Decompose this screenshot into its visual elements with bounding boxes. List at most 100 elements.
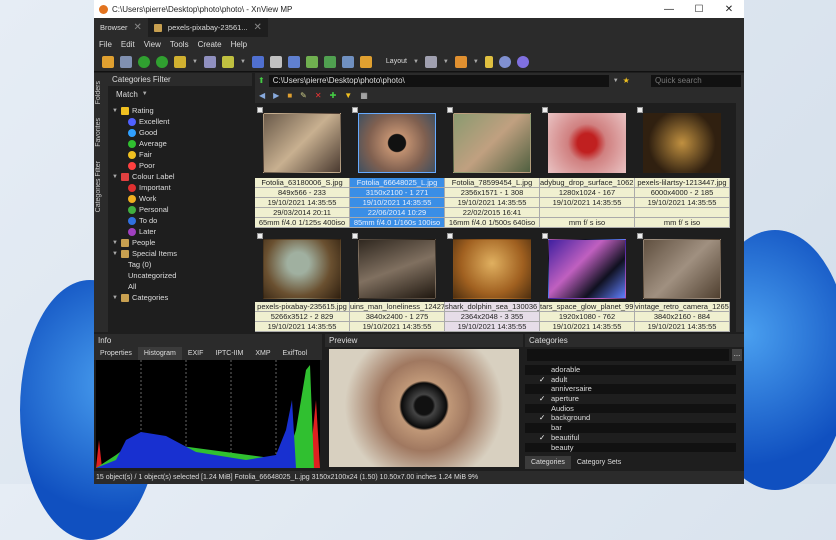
tree-item[interactable]: All <box>110 281 252 292</box>
settings-icon[interactable] <box>498 55 511 68</box>
menu-file[interactable]: File <box>99 40 112 49</box>
category-search-input[interactable] <box>527 349 729 361</box>
tab-exif[interactable]: EXIF <box>182 347 210 360</box>
category-item[interactable]: ✓ aperture <box>525 394 736 404</box>
help-icon[interactable] <box>516 55 529 68</box>
new-folder-icon[interactable]: ■ <box>287 91 292 100</box>
back-icon[interactable]: ◀ <box>259 91 265 100</box>
tab-browser[interactable]: Browser ✕ <box>94 18 148 37</box>
tree-item[interactable]: Later <box>110 226 252 237</box>
find-icon[interactable] <box>251 55 264 68</box>
thumbnail-image[interactable] <box>643 113 721 173</box>
tab-properties[interactable]: Properties <box>94 347 138 360</box>
category-item[interactable]: ✓ background <box>525 413 736 423</box>
select-checkbox[interactable] <box>257 233 263 239</box>
fullscreen-icon[interactable] <box>120 55 132 68</box>
capture-icon[interactable] <box>341 55 354 68</box>
tree-item[interactable]: ▼ Rating <box>110 105 252 116</box>
edit-icon[interactable] <box>174 55 186 68</box>
tree-item[interactable]: ▼ Special Items <box>110 248 252 259</box>
tree-item[interactable]: Tag (0) <box>110 259 252 270</box>
category-item[interactable]: Audios <box>525 403 736 414</box>
category-item[interactable]: adorable <box>525 365 736 375</box>
checkmark-icon[interactable]: ✓ <box>539 413 551 423</box>
select-checkbox[interactable] <box>352 233 358 239</box>
match-dropdown[interactable]: Match <box>116 90 138 99</box>
select-checkbox[interactable] <box>542 107 548 113</box>
rename-icon[interactable]: ✎ <box>300 91 307 100</box>
expand-arrow-icon[interactable]: ▼ <box>112 251 118 257</box>
sort-icon[interactable] <box>454 55 467 68</box>
tree-item[interactable]: Good <box>110 127 252 138</box>
tag-icon[interactable]: ✚ <box>330 91 337 100</box>
thumbnail-image[interactable] <box>453 113 531 173</box>
category-item[interactable]: ✓ adult <box>525 375 736 385</box>
checkmark-icon[interactable] <box>539 365 551 375</box>
side-tab-categories-filter[interactable]: Categories Filter <box>95 161 102 212</box>
checkmark-icon[interactable] <box>539 404 551 414</box>
tree-item[interactable]: ▼ Colour Label <box>110 171 252 182</box>
select-checkbox[interactable] <box>352 107 358 113</box>
thumbnail-image[interactable] <box>548 113 626 173</box>
category-item[interactable]: bar <box>525 423 736 433</box>
close-icon[interactable]: ✕ <box>254 22 262 33</box>
scrollbar[interactable] <box>736 103 744 332</box>
expand-arrow-icon[interactable]: ▼ <box>112 174 118 180</box>
expand-arrow-icon[interactable]: ▼ <box>112 240 118 246</box>
close-icon[interactable]: ✕ <box>134 22 142 33</box>
select-checkbox[interactable] <box>637 233 643 239</box>
tab-histogram[interactable]: Histogram <box>137 347 182 360</box>
tree-item[interactable]: Uncategorized <box>110 270 252 281</box>
menu-tools[interactable]: Tools <box>170 40 189 49</box>
tree-item[interactable]: Personal <box>110 204 252 215</box>
tab-category-sets[interactable]: Category Sets <box>571 456 627 469</box>
thumbnail-image[interactable] <box>358 113 436 173</box>
scan-icon[interactable] <box>287 55 300 68</box>
select-checkbox[interactable] <box>447 233 453 239</box>
checkmark-icon[interactable]: ✓ <box>539 433 551 443</box>
menu-create[interactable]: Create <box>198 40 222 49</box>
tree-item[interactable]: Average <box>110 138 252 149</box>
delete-icon[interactable]: ✕ <box>315 91 322 100</box>
checkmark-icon[interactable] <box>539 384 551 394</box>
tree-item[interactable]: Important <box>110 182 252 193</box>
rotate-left-icon[interactable] <box>138 55 150 68</box>
checkmark-icon[interactable] <box>539 423 551 433</box>
thumbnail-image[interactable] <box>548 239 626 299</box>
category-item[interactable]: beauty <box>525 442 736 453</box>
expand-arrow-icon[interactable]: ▼ <box>112 108 118 114</box>
tree-item[interactable]: ▼ People <box>110 237 252 248</box>
filter-icon[interactable]: ▼ <box>344 91 352 100</box>
open-icon[interactable] <box>102 55 114 68</box>
side-tab-favorites[interactable]: Favorites <box>95 118 102 147</box>
thumbnail-image[interactable] <box>358 239 436 299</box>
tab-iptc-iim[interactable]: IPTC-IIM <box>209 347 249 360</box>
slideshow-icon[interactable] <box>323 55 336 68</box>
more-button[interactable]: ... <box>732 349 742 361</box>
tree-item[interactable]: To do <box>110 215 252 226</box>
checkmark-icon[interactable]: ✓ <box>539 394 551 404</box>
thumbnail-image[interactable] <box>643 239 721 299</box>
checkmark-icon[interactable]: ✓ <box>539 375 551 385</box>
thumbnail-image[interactable] <box>263 113 341 173</box>
favorites-star-icon[interactable]: ★ <box>623 76 630 85</box>
category-item[interactable]: ✓ beautiful <box>525 433 736 443</box>
tab-image[interactable]: pexels-pixabay-23561... ✕ <box>147 18 268 37</box>
tree-item[interactable]: Fair <box>110 149 252 160</box>
maximize-button[interactable]: ☐ <box>684 4 714 15</box>
tree-item[interactable]: Excellent <box>110 116 252 127</box>
folder-tree-icon[interactable] <box>484 55 493 68</box>
print-icon[interactable] <box>269 55 282 68</box>
tree-item[interactable]: ▼ Categories <box>110 292 252 303</box>
tab-xmp[interactable]: XMP <box>249 347 276 360</box>
tab-exiftool[interactable]: ExifTool <box>277 347 314 360</box>
select-checkbox[interactable] <box>447 107 453 113</box>
select-checkbox[interactable] <box>637 107 643 113</box>
rotate-right-icon[interactable] <box>156 55 168 68</box>
copy-icon[interactable] <box>221 55 234 68</box>
thumbnail-image[interactable] <box>453 239 531 299</box>
tree-item[interactable]: Poor <box>110 160 252 171</box>
category-item[interactable]: anniversaire <box>525 384 736 395</box>
layout-button[interactable]: Layout <box>386 58 407 65</box>
menu-view[interactable]: View <box>144 40 161 49</box>
